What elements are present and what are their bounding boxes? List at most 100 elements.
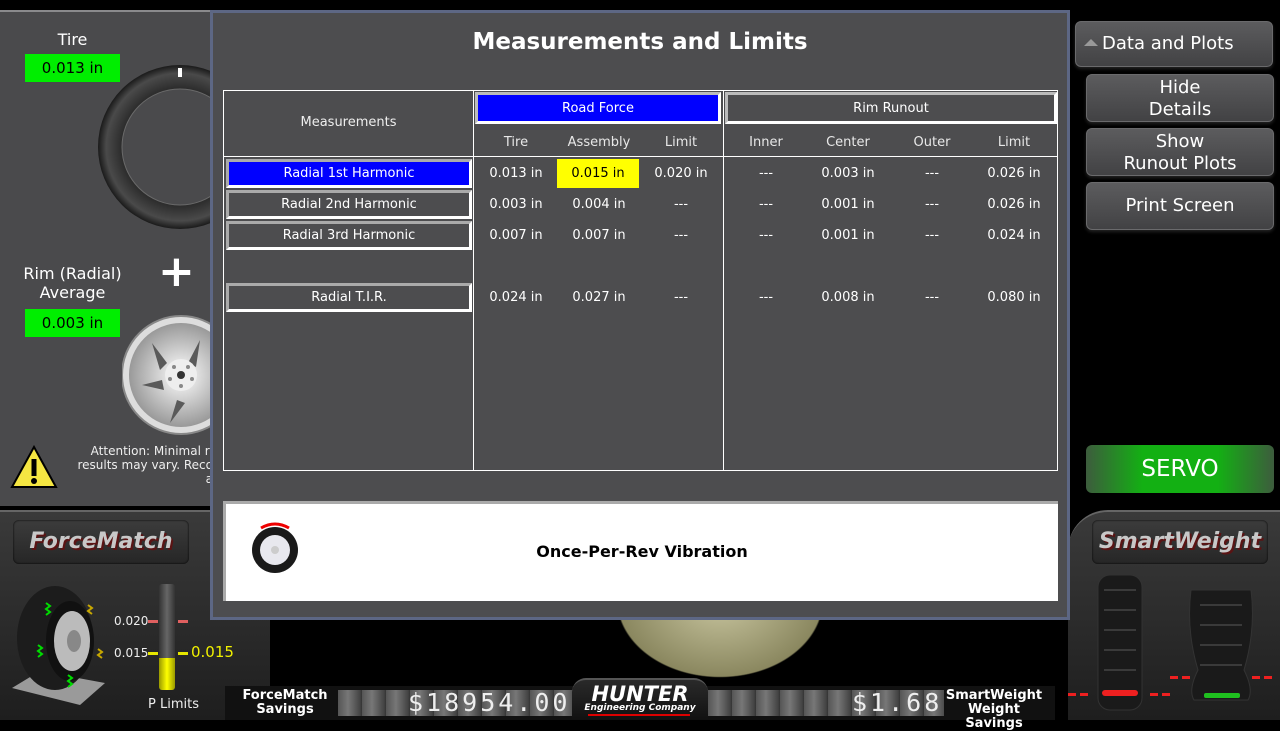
col-header-rf-tire: Tire <box>503 135 529 150</box>
rim-runout-cell: 0.026 in <box>987 166 1041 181</box>
servo-button[interactable]: SERVO <box>1086 445 1274 493</box>
rim-label: Rim (Radial) Average <box>15 264 130 302</box>
rim-runout-cell: --- <box>758 166 774 181</box>
forcematch-tire-icon <box>12 586 105 705</box>
vibration-panel: Once-Per-Rev Vibration <box>223 501 1058 601</box>
show-runout-line1: Show <box>1155 131 1205 152</box>
hunter-brand: HUNTER <box>591 682 689 706</box>
measurements-header: Measurements <box>300 115 397 130</box>
rim-runout-cell: 0.008 in <box>821 290 875 305</box>
road-force-cell: 0.020 in <box>654 166 708 181</box>
data-and-plots-label: Data and Plots <box>1102 33 1234 54</box>
show-runout-plots-button[interactable]: Show Runout Plots <box>1086 128 1274 176</box>
rim-runout-cell: 0.080 in <box>987 290 1041 305</box>
road-force-cell: --- <box>673 228 689 243</box>
forcematch-logo: ForceMatch <box>13 520 189 564</box>
forcematch-savings-line1: ForceMatch <box>242 688 328 703</box>
measurement-row-button[interactable]: Radial 3rd Harmonic <box>226 221 472 250</box>
tire-label: Tire <box>57 30 88 49</box>
divider <box>224 156 473 157</box>
warning-icon <box>10 445 58 488</box>
hide-details-button[interactable]: Hide Details <box>1086 74 1274 122</box>
rim-label-line1: Rim (Radial) <box>23 264 122 283</box>
road-force-cell: --- <box>673 197 689 212</box>
divider <box>473 156 1057 157</box>
rim-runout-cell: 0.001 in <box>821 197 875 212</box>
data-and-plots-button[interactable]: Data and Plots <box>1075 21 1273 67</box>
road-force-cell: 0.013 in <box>489 166 543 181</box>
p-limits-gauge <box>159 584 175 690</box>
attention-line1: Attention: Minimal ri <box>90 444 213 458</box>
road-force-cell: 0.027 in <box>572 290 626 305</box>
road-force-cell: 0.003 in <box>489 197 543 212</box>
rim-runout-cell: 0.001 in <box>821 228 875 243</box>
col-header-rr-inner: Inner <box>749 135 783 150</box>
smartweight-savings-line1: SmartWeight <box>945 688 1043 703</box>
hide-details-line2: Details <box>1148 99 1212 120</box>
road-force-cell: 0.024 in <box>489 290 543 305</box>
rim-runout-cell: --- <box>924 197 940 212</box>
limit-low-tick-right <box>178 652 188 655</box>
attention-message: Attention: Minimal ri results may vary. … <box>68 444 213 486</box>
rim-runout-cell: 0.003 in <box>821 166 875 181</box>
limit-high-tick-right <box>178 620 188 623</box>
tire-icon <box>98 65 218 229</box>
forcematch-savings-line2: Savings <box>256 702 314 717</box>
road-force-cell: 0.007 in <box>572 228 626 243</box>
p-limits-label: P Limits <box>148 697 199 712</box>
tire-rim-panel: Tire 0.013 in Rim (Radial) Average + 0.0… <box>0 10 230 506</box>
rim-runout-cell: 0.026 in <box>987 197 1041 212</box>
dialog-title: Measurements and Limits <box>472 29 808 55</box>
rim-runout-cell: 0.024 in <box>987 228 1041 243</box>
measurements-table: Measurements Road Force Rim Runout Tire … <box>223 90 1058 471</box>
plus-icon: + <box>158 246 195 297</box>
forcematch-savings-label: ForceMatch Savings <box>238 689 332 717</box>
forcematch-savings-value: $18954.00 <box>408 688 571 717</box>
p-limits-gauge-fill <box>159 658 175 690</box>
rim-label-line2: Average <box>39 283 106 302</box>
road-force-tab[interactable]: Road Force <box>475 92 721 124</box>
vibration-label: Once-Per-Rev Vibration <box>536 542 748 561</box>
col-header-rr-center: Center <box>826 135 870 150</box>
rim-runout-cell: --- <box>924 290 940 305</box>
limit-low-tick-left <box>148 652 158 655</box>
measurement-row-button[interactable]: Radial 2nd Harmonic <box>226 190 472 219</box>
print-screen-button[interactable]: Print Screen <box>1086 182 1274 230</box>
rim-value: 0.003 in <box>25 309 120 337</box>
attention-line3: a <box>68 472 213 486</box>
road-force-cell: 0.007 in <box>489 228 543 243</box>
measurements-dialog: Measurements and Limits Measurements Roa… <box>210 10 1070 620</box>
show-runout-line2: Runout Plots <box>1123 153 1237 174</box>
attention-line2: results may vary. Reco <box>77 458 213 472</box>
rim-runout-cell: --- <box>758 197 774 212</box>
hunter-subtitle: Engineering Company <box>584 703 696 713</box>
measurement-row-button[interactable]: Radial T.I.R. <box>226 283 472 312</box>
hide-details-line1: Hide <box>1159 77 1201 98</box>
current-value-label: 0.015 <box>191 643 234 661</box>
hunter-underline <box>588 714 690 716</box>
rim-runout-cell: --- <box>758 228 774 243</box>
col-header-rr-outer: Outer <box>913 135 951 150</box>
smartweight-savings-value: $1.68 <box>852 688 943 717</box>
limit-high-tick-left <box>148 620 158 623</box>
hunter-logo: HUNTER Engineering Company <box>572 678 708 720</box>
limit-high-label: 0.020 <box>114 614 149 628</box>
road-force-cell: 0.004 in <box>572 197 626 212</box>
smartweight-savings-line2: Weight Savings <box>965 702 1023 731</box>
measurement-row-button[interactable]: Radial 1st Harmonic <box>226 159 472 188</box>
rim-icon <box>122 315 222 435</box>
road-force-cell: --- <box>673 290 689 305</box>
smartweight-tires-icon <box>1068 574 1272 711</box>
col-header-rf-assembly: Assembly <box>567 135 631 150</box>
road-force-cell: 0.015 in <box>557 159 639 188</box>
rim-runout-tab[interactable]: Rim Runout <box>725 92 1057 124</box>
col-header-rf-limit: Limit <box>664 135 698 150</box>
limit-low-label: 0.015 <box>114 646 149 660</box>
smartweight-logo: SmartWeight <box>1092 520 1268 564</box>
collapse-up-icon <box>1084 39 1098 46</box>
rim-runout-cell: --- <box>924 166 940 181</box>
rim-runout-cell: --- <box>758 290 774 305</box>
smartweight-savings-label: SmartWeight Weight Savings <box>944 689 1044 731</box>
col-header-rr-limit: Limit <box>997 135 1031 150</box>
rim-runout-cell: --- <box>924 228 940 243</box>
